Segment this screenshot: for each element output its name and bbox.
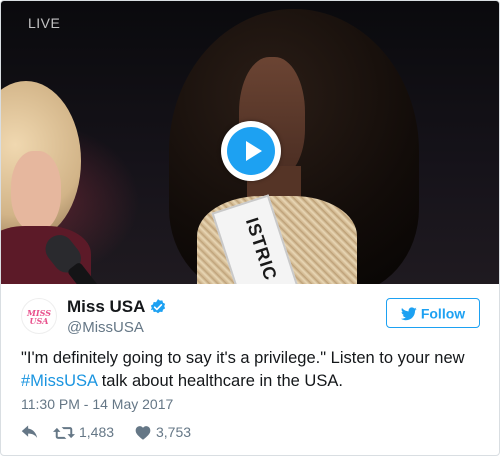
tweet-header: MISS USA Miss USA @MissUSA Follow <box>1 284 499 344</box>
hashtag-link[interactable]: #MissUSA <box>21 372 97 390</box>
retweet-count[interactable]: 1,483 <box>79 424 114 440</box>
avatar[interactable]: MISS USA <box>21 298 57 334</box>
follow-button[interactable]: Follow <box>386 298 480 328</box>
reply-icon[interactable] <box>21 425 39 441</box>
like-count[interactable]: 3,753 <box>156 424 191 440</box>
host-figure-face <box>11 151 61 231</box>
play-icon[interactable] <box>246 141 262 161</box>
embedded-tweet-card: LIVE ISTRIC MISS USA Miss USA @MissUSA F… <box>0 0 500 456</box>
microphone-body <box>66 261 123 284</box>
video-player[interactable]: LIVE ISTRIC <box>1 1 499 284</box>
play-button[interactable] <box>221 121 281 181</box>
screen-name[interactable]: @MissUSA <box>67 319 144 336</box>
reply-button[interactable] <box>21 423 41 443</box>
avatar-logo-line2: USA <box>29 316 49 326</box>
play-button-circle[interactable] <box>227 127 275 175</box>
verified-icon <box>150 299 166 314</box>
heart-icon[interactable] <box>135 425 151 440</box>
follow-label[interactable]: Follow <box>421 306 465 322</box>
tweet-actions: 1,483 3,753 <box>21 423 321 443</box>
tweet-text-after: talk about healthcare in the USA. <box>97 372 343 390</box>
tweet-text-before: "I'm definitely going to say it's a priv… <box>21 349 465 367</box>
like-button[interactable]: 3,753 <box>135 423 215 443</box>
timestamp-link[interactable]: 11:30 PM - 14 May 2017 <box>21 396 173 412</box>
retweet-button[interactable]: 1,483 <box>53 423 133 443</box>
retweet-icon[interactable] <box>53 425 75 441</box>
tweet-text: "I'm definitely going to say it's a priv… <box>21 347 483 393</box>
display-name[interactable]: Miss USA <box>67 297 145 317</box>
live-label: LIVE <box>28 15 61 31</box>
bird-icon <box>400 307 417 320</box>
